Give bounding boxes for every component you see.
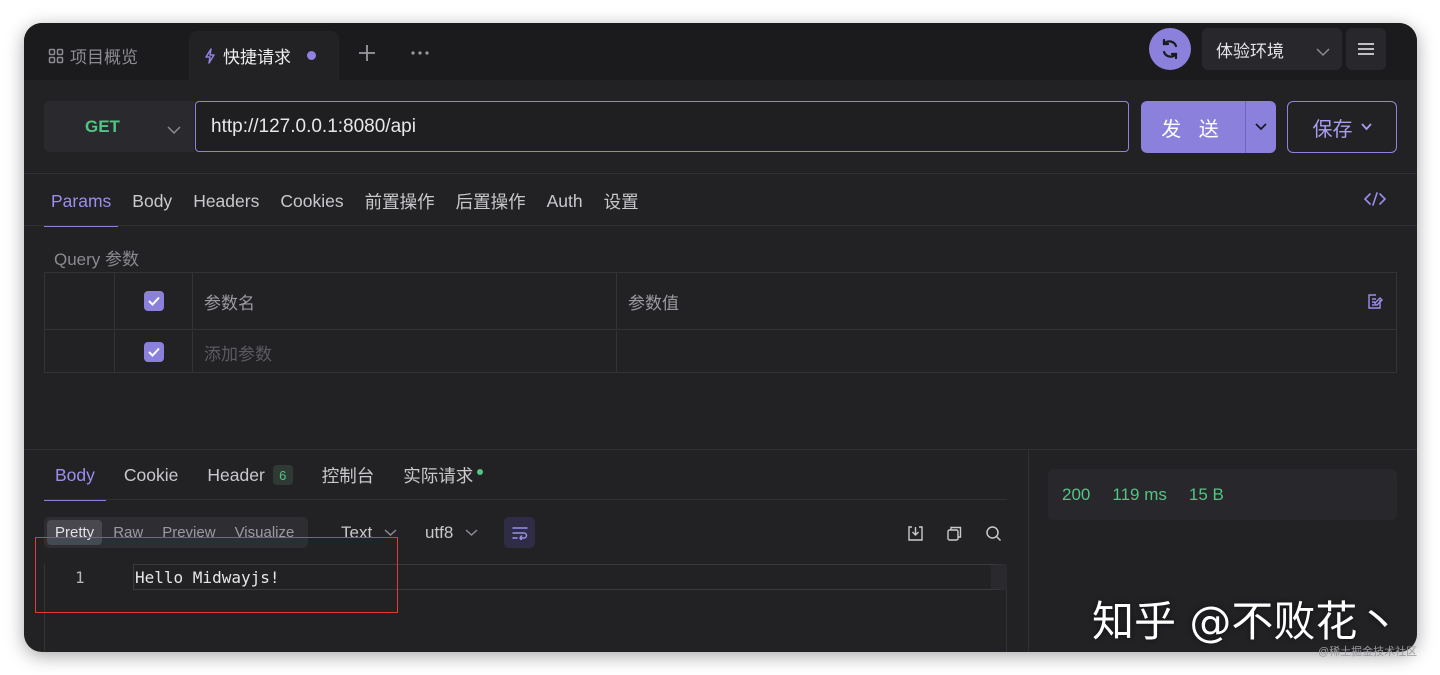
ellipsis-icon bbox=[411, 51, 429, 55]
hamburger-icon bbox=[1358, 43, 1374, 55]
tab-pre-request[interactable]: 前置操作 bbox=[365, 176, 435, 226]
tab-response-cookie[interactable]: Cookie bbox=[124, 450, 178, 500]
chevron-down-icon bbox=[1255, 123, 1267, 131]
method-label: GET bbox=[85, 116, 120, 136]
method-select[interactable]: GET bbox=[44, 101, 194, 152]
column-param-name: 参数名 bbox=[204, 293, 255, 313]
row-checkbox[interactable] bbox=[144, 342, 164, 362]
add-param-placeholder: 添加参数 bbox=[204, 344, 272, 364]
environment-select[interactable]: 体验环境 bbox=[1202, 28, 1342, 70]
tab-quick-request[interactable]: 快捷请求 bbox=[189, 31, 339, 80]
tab-headers[interactable]: Headers bbox=[193, 176, 259, 226]
download-icon bbox=[907, 525, 923, 541]
send-options-button[interactable] bbox=[1245, 101, 1276, 153]
table-header-row: 参数名 参数值 bbox=[45, 273, 1396, 330]
divider bbox=[24, 225, 1417, 226]
encoding-select[interactable]: utf8 bbox=[425, 517, 478, 548]
check-icon bbox=[148, 296, 160, 306]
copy-icon bbox=[946, 526, 961, 541]
wrap-icon bbox=[511, 526, 528, 540]
watermark-text: 知乎 @不败花丶 bbox=[1092, 597, 1400, 646]
plus-icon bbox=[359, 45, 375, 61]
send-button-group: 发 送 bbox=[1141, 101, 1276, 153]
divider bbox=[44, 499, 1007, 500]
grid-icon bbox=[48, 48, 64, 64]
tab-label: 快捷请求 bbox=[223, 48, 291, 67]
param-name-input[interactable]: 添加参数 bbox=[204, 331, 614, 373]
unsaved-dot bbox=[307, 51, 316, 60]
edit-icon bbox=[1368, 293, 1383, 309]
chevron-down-icon bbox=[384, 529, 397, 537]
tab-project-overview[interactable]: 项目概览 bbox=[48, 31, 138, 80]
sync-button[interactable] bbox=[1149, 28, 1191, 70]
table-row: 添加参数 bbox=[45, 331, 1396, 373]
tab-auth[interactable]: Auth bbox=[547, 176, 583, 226]
search-button[interactable] bbox=[983, 523, 1003, 543]
chevron-down-icon bbox=[1316, 42, 1330, 62]
tab-bar: 项目概览 快捷请求 体验环境 bbox=[24, 23, 1417, 80]
status-dot bbox=[477, 469, 484, 475]
status-code: 200 bbox=[1062, 484, 1091, 504]
response-time: 119 ms bbox=[1112, 484, 1167, 504]
chevron-down-icon bbox=[167, 120, 181, 140]
menu-button[interactable] bbox=[1346, 28, 1386, 70]
encoding-label: utf8 bbox=[425, 522, 454, 542]
lightning-icon bbox=[203, 47, 217, 64]
tab-label: 实际请求 bbox=[403, 465, 474, 486]
url-value: http://127.0.0.1:8080/api bbox=[211, 115, 416, 137]
chevron-down-icon bbox=[1360, 123, 1372, 131]
copy-button[interactable] bbox=[944, 523, 964, 543]
tab-label: Header bbox=[207, 464, 265, 485]
response-status: 200 119 ms 15 B bbox=[1048, 469, 1397, 520]
word-wrap-button[interactable] bbox=[504, 517, 535, 548]
tab-response-body[interactable]: Body bbox=[44, 450, 106, 501]
request-tabs: Params Body Headers Cookies 前置操作 后置操作 Au… bbox=[44, 176, 660, 227]
tab-post-request[interactable]: 后置操作 bbox=[456, 176, 526, 226]
tab-cookies[interactable]: Cookies bbox=[280, 176, 343, 226]
tab-response-header[interactable]: Header 6 bbox=[207, 450, 293, 500]
tab-params[interactable]: Params bbox=[44, 176, 119, 227]
column-param-value: 参数值 bbox=[628, 293, 679, 313]
save-button[interactable]: 保存 bbox=[1287, 101, 1397, 153]
tab-actual-request[interactable]: 实际请求 bbox=[403, 450, 484, 500]
query-section-title: Query 参数 bbox=[54, 250, 140, 269]
panel-divider[interactable] bbox=[1028, 450, 1029, 652]
tab-label: 项目概览 bbox=[70, 48, 138, 67]
response-tabs: Body Cookie Header 6 控制台 实际请求 bbox=[44, 450, 512, 501]
header-count-badge: 6 bbox=[272, 465, 293, 485]
select-all-checkbox[interactable] bbox=[144, 291, 164, 311]
check-icon bbox=[148, 347, 160, 357]
tab-body[interactable]: Body bbox=[132, 176, 172, 226]
sync-icon bbox=[1162, 38, 1178, 60]
search-icon bbox=[985, 525, 1001, 541]
download-button[interactable] bbox=[905, 523, 925, 543]
code-snippet-icon[interactable] bbox=[1363, 191, 1387, 212]
more-tabs-button[interactable] bbox=[407, 40, 433, 66]
response-size: 15 B bbox=[1188, 484, 1224, 504]
add-tab-button[interactable] bbox=[354, 40, 380, 66]
credit-text: @稀土掘金技术社区 bbox=[1318, 646, 1418, 658]
highlight-annotation bbox=[35, 537, 398, 613]
params-table: 参数名 参数值 添加参数 bbox=[44, 272, 1397, 373]
send-button[interactable]: 发 送 bbox=[1141, 101, 1245, 153]
chevron-down-icon bbox=[465, 529, 478, 537]
tab-settings[interactable]: 设置 bbox=[604, 176, 639, 226]
bulk-edit-button[interactable] bbox=[1367, 273, 1383, 329]
param-value-input[interactable] bbox=[618, 331, 1396, 373]
environment-label: 体验环境 bbox=[1216, 41, 1284, 61]
url-input[interactable]: http://127.0.0.1:8080/api bbox=[195, 101, 1129, 152]
save-label: 保存 bbox=[1312, 118, 1353, 141]
divider bbox=[24, 173, 1417, 174]
tab-console[interactable]: 控制台 bbox=[322, 450, 375, 500]
